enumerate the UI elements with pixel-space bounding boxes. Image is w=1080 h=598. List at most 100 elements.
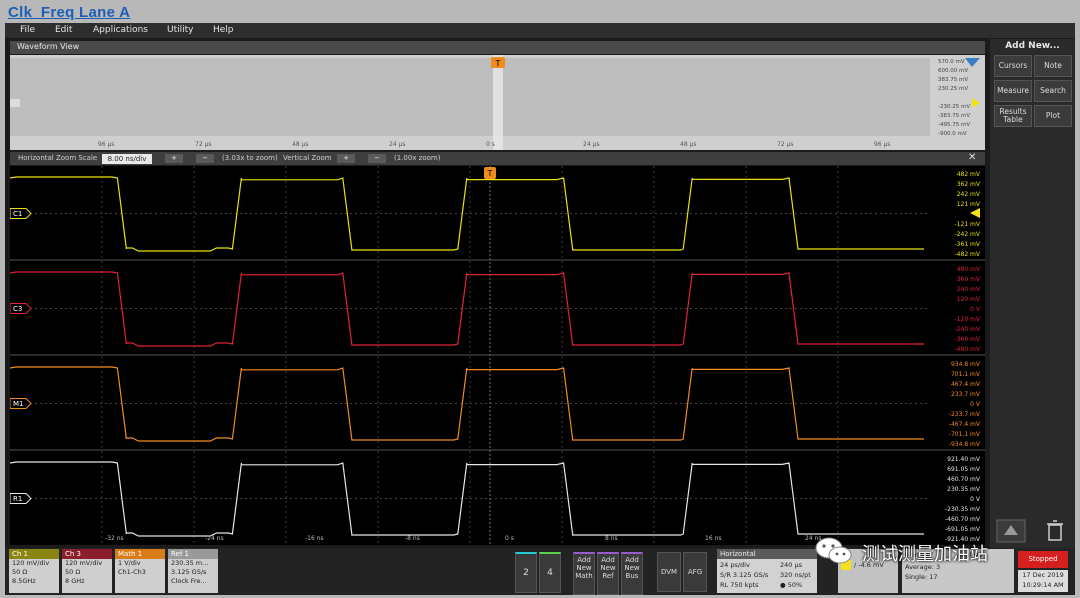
y-axis-label: 120 mV xyxy=(957,296,981,303)
ch1-badge[interactable]: Ch 1 120 mV/div 50 Ω 8.5GHz xyxy=(9,549,59,593)
vertical-zoom-plus-button[interactable]: + xyxy=(337,154,355,163)
zoom-bar: Horizontal Zoom Scale 8.00 ns/div + − (3… xyxy=(10,152,985,165)
y-axis-label: 0 V xyxy=(970,401,981,408)
time-axis-label: -16 ns xyxy=(305,535,324,542)
vertical-zoom-minus-button[interactable]: − xyxy=(368,154,386,163)
menu-help[interactable]: Help xyxy=(213,25,234,35)
date-time: 17 Dec 2019 10:29:14 AM xyxy=(1018,570,1068,592)
y-axis-label: 362 mV xyxy=(957,181,981,188)
y-axis-label: -233.7 mV xyxy=(949,411,981,418)
overview-y-label: -383.75 mV xyxy=(938,113,971,119)
overview-time-tick: 48 µs xyxy=(292,141,309,148)
overview-y-label: -230.25 mV xyxy=(938,104,971,110)
y-axis-label: -361 mV xyxy=(955,241,981,248)
y-axis-label: -240 mV xyxy=(955,326,981,333)
ch3-scale: 120 mV/div xyxy=(65,559,103,567)
waveform-plot: C1 482 mV 362 mV 242 mV 121 mV -121 mV -242 mV… xyxy=(10,166,985,545)
add-new-title: Add New... xyxy=(1005,41,1060,51)
acquisition-single: Single: 17 xyxy=(905,573,938,581)
time-axis-label: 0 s xyxy=(505,535,514,542)
overview-corner-icon xyxy=(965,58,980,67)
time-text: 10:29:14 AM xyxy=(1022,581,1064,589)
menu-utility[interactable]: Utility xyxy=(167,25,193,35)
y-axis-label: -467.4 mV xyxy=(949,421,981,428)
results-table-button[interactable]: Results Table xyxy=(994,105,1032,127)
wechat-logo-icon xyxy=(815,537,852,564)
y-axis-label: 230.35 mV xyxy=(947,486,981,493)
y-axis-label: -242 mV xyxy=(955,231,981,238)
add-new-ref-button[interactable]: Add New Ref xyxy=(597,552,619,595)
window-title: Clk_Freq Lane A xyxy=(8,4,131,21)
menu-file[interactable]: File xyxy=(20,25,35,35)
time-axis-label: -24 ns xyxy=(205,535,224,542)
overview-y-label: 230.25 mV xyxy=(938,86,969,92)
menu-applications[interactable]: Applications xyxy=(93,25,148,35)
channel-2-button[interactable]: 2 xyxy=(515,552,537,593)
search-button[interactable]: Search xyxy=(1034,80,1072,102)
overview-trigger-label: T xyxy=(495,59,501,68)
overview-plot: T xyxy=(10,55,980,150)
ch3-termination: 50 Ω xyxy=(65,568,81,576)
overview-time-tick: 72 µs xyxy=(777,141,794,148)
channel-marker-label: C1 xyxy=(13,210,22,218)
note-button[interactable]: Note xyxy=(1034,55,1072,77)
waveform-display[interactable]: C1 482 mV 362 mV 242 mV 121 mV -121 mV -242 mV… xyxy=(10,166,985,545)
horizontal-zoom-minus-button[interactable]: − xyxy=(196,154,214,163)
overview-time-tick: 96 µs xyxy=(98,141,115,148)
overview-ref-marker xyxy=(10,99,20,107)
y-axis-label: 233.7 mV xyxy=(951,391,981,398)
ch3-badge-title: Ch 3 xyxy=(62,549,112,559)
ref1-badge-title: Ref 1 xyxy=(168,549,218,559)
horizontal-duration: 240 µs xyxy=(780,561,802,569)
overview-y-label: 570.0 mV xyxy=(938,59,965,65)
overview-time-tick: 24 µs xyxy=(583,141,600,148)
afg-button[interactable]: AFG xyxy=(683,552,707,592)
y-axis-label: 480 mV xyxy=(957,266,981,273)
time-axis-label: 16 ns xyxy=(705,535,721,542)
overview-y-label: -495.75 mV xyxy=(938,122,971,128)
ref1-scale: 230.35 m... xyxy=(171,559,209,567)
horizontal-badge[interactable]: Horizontal 24 ps/div S/R 3.125 GS/s RL 7… xyxy=(717,549,817,593)
ch3-badge[interactable]: Ch 3 120 mV/div 50 Ω 8 GHz xyxy=(62,549,112,593)
channel-marker-label: R1 xyxy=(13,495,22,503)
y-axis-label: 691.05 mV xyxy=(947,466,981,473)
y-axis-label: 482 mV xyxy=(957,171,981,178)
y-axis-label: -701.1 mV xyxy=(949,431,981,438)
channel-4-button[interactable]: 4 xyxy=(539,552,561,593)
ref1-rate: 3.125 GS/s xyxy=(171,568,207,576)
dvm-button[interactable]: DVM xyxy=(657,552,681,592)
time-axis-label: -8 ns xyxy=(405,535,420,542)
math1-badge[interactable]: Math 1 1 V/div Ch1-Ch3 xyxy=(115,549,165,593)
overview-level-arrow-icon xyxy=(972,98,980,108)
add-new-bus-button[interactable]: Add New Bus xyxy=(621,552,643,595)
y-axis-label: -230.35 mV xyxy=(945,506,981,513)
menu-bar: File Edit Applications Utility Help xyxy=(5,23,1075,38)
y-axis-label: -460.70 mV xyxy=(945,516,981,523)
time-axis-label: -32 ns xyxy=(105,535,124,542)
plot-button[interactable]: Plot xyxy=(1034,105,1072,127)
overview-zoom-window[interactable] xyxy=(493,55,503,150)
waveform-view-label: Waveform View xyxy=(17,42,80,51)
horizontal-zoom-input[interactable]: 8.00 ns/div xyxy=(102,153,152,164)
ref1-badge[interactable]: Ref 1 230.35 m... 3.125 GS/s Clock Fre..… xyxy=(168,549,218,593)
ref1-name: Clock Fre... xyxy=(171,577,207,585)
ch1-badge-title: Ch 1 xyxy=(9,549,59,559)
zoom-close-icon[interactable]: ✕ xyxy=(968,152,976,163)
trash-icon[interactable] xyxy=(1045,519,1065,543)
overview-panel[interactable]: T 96 µs 72 µs 48 µs 24 µs 0 s 24 µs 48 µs 72 µs… xyxy=(10,55,985,150)
cursors-button[interactable]: Cursors xyxy=(994,55,1032,77)
y-axis-label: 121 mV xyxy=(957,201,981,208)
horizontal-scale: 24 ps/div xyxy=(720,561,750,569)
horizontal-zoom-factor: (3.03x to zoom) xyxy=(222,154,278,162)
measure-button[interactable]: Measure xyxy=(994,80,1032,102)
y-axis-label: -120 mV xyxy=(955,316,981,323)
overview-y-label: -900.0 mV xyxy=(938,131,967,137)
menu-edit[interactable]: Edit xyxy=(55,25,72,35)
y-axis-label: 701.1 mV xyxy=(951,371,981,378)
horizontal-zoom-plus-button[interactable]: + xyxy=(165,154,183,163)
add-new-math-button[interactable]: Add New Math xyxy=(573,552,595,595)
y-axis-label: 921.40 mV xyxy=(947,456,981,463)
math1-badge-title: Math 1 xyxy=(115,549,165,559)
y-axis-label: -121 mV xyxy=(955,221,981,228)
overview-time-tick: 0 s xyxy=(486,141,495,148)
